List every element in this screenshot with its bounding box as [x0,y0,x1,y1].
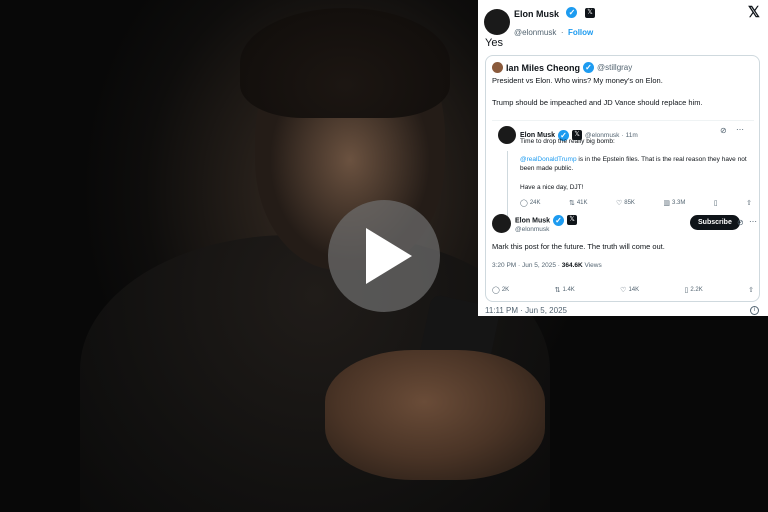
views-icon: ▥ [663,200,670,207]
inner-text-line2: @realDonaldTrump is in the Epstein files… [520,156,747,172]
follow-button[interactable]: Follow [568,28,593,37]
avatar[interactable] [492,62,503,73]
tweet-timestamp[interactable]: 11:11 PM · Jun 5, 2025 [485,306,567,315]
share-icon: ⇧ [748,287,754,294]
bookmark-icon: ▯ [713,200,718,207]
x-badge-icon: 𝕏 [584,7,595,18]
reply-time[interactable]: 3:20 PM · Jun 5, 2025 · [492,262,562,269]
share-icon: ⇧ [746,200,752,207]
reply-icon: ◯ [492,287,500,294]
reply-button[interactable]: ◯ 24K [520,199,541,207]
reply-views-count: 364.6K [561,262,583,269]
tweet-card: Elon Musk ✓ 𝕏 @elonmusk · Follow 𝕏 Yes I… [478,0,768,316]
author-name[interactable]: Elon Musk [514,9,559,19]
repost-icon: ⇅ [554,287,561,294]
like-button[interactable]: ♡ 14K [620,286,639,294]
avatar[interactable] [498,126,516,144]
quote-text-line2: Trump should be impeached and JD Vance s… [492,98,703,107]
avatar[interactable] [484,9,510,35]
bookmark-icon: ▯ [684,287,689,294]
video-frame-hands [325,350,545,480]
subscribe-button[interactable]: Subscribe [690,215,740,230]
play-button[interactable] [328,200,440,312]
quote-header: Ian Miles Cheong ✓ @stillgray [492,62,632,73]
like-button[interactable]: ♡ 85K [616,199,635,207]
avatar[interactable] [492,214,511,233]
x-badge-icon: 𝕏 [567,215,578,225]
reply-button[interactable]: ◯ 2K [492,286,509,294]
reply-author-name[interactable]: Elon Musk [515,217,550,224]
verified-icon: ✓ [566,7,578,19]
inner-stats: ◯ 24K ⇅ 41K ♡ 85K ▥ 3.3M ▯ ⇧ [520,199,752,207]
quote-text-line1: President vs Elon. Who wins? My money’s … [492,76,663,85]
quote-author-handle[interactable]: @stillgray [597,63,632,72]
reply-text: Mark this post for the future. The truth… [492,242,665,251]
author-handle[interactable]: @elonmusk [514,28,556,37]
reply-tweet[interactable]: Elon Musk ✓ 𝕏 @elonmusk Subscribe ⊘ ⋯ Mark… [492,214,757,302]
thread-line [507,151,508,223]
play-icon [366,228,412,284]
quoted-tweet[interactable]: Ian Miles Cheong ✓ @stillgray President … [485,55,760,302]
share-button[interactable]: ⇧ [748,286,754,294]
tweet-header: Elon Musk ✓ 𝕏 @elonmusk · Follow [484,4,595,40]
mention-link[interactable]: @realDonaldTrump [520,156,577,163]
views-button[interactable]: ▥ 3.3M [663,199,685,207]
video-frame-hair [240,8,450,118]
video-player[interactable]: Elon Musk ✓ 𝕏 @elonmusk · Follow 𝕏 Yes I… [0,0,768,512]
verified-icon: ✓ [583,62,595,73]
reply-stats: ◯ 2K ⇅ 1.4K ♡ 14K ▯ 2.2K ⇧ [492,286,754,294]
like-icon: ♡ [615,200,623,207]
like-icon: ♡ [620,287,627,294]
separator: · [560,28,564,37]
reply-meta: 3:20 PM · Jun 5, 2025 · 364.6K Views [492,261,602,271]
repost-button[interactable]: ⇅ 1.4K [555,286,575,294]
reply-views-label: Views [582,262,602,269]
quote-author-name[interactable]: Ian Miles Cheong [506,63,580,73]
repost-icon: ⇅ [568,200,575,207]
more-icon[interactable]: ⋯ [736,125,744,134]
tweet-text: Yes [485,37,503,49]
inner-text-line1: Time to drop the really big bomb: [520,138,615,145]
reply-author-handle[interactable]: @elonmusk [515,226,577,233]
grok-icon[interactable]: ⊘ [737,218,744,227]
bookmark-button[interactable]: ▯ 2.2K [685,286,703,294]
share-button[interactable]: ⇧ [746,199,752,207]
inner-text-line3: Have a nice day, DJT! [520,184,584,191]
more-icon[interactable]: ⋯ [749,217,757,226]
repost-button[interactable]: ⇅ 41K [569,199,588,207]
grok-icon[interactable]: ⊘ [720,126,727,135]
bookmark-button[interactable]: ▯ [714,199,718,207]
reply-icon: ◯ [520,200,528,207]
x-logo-icon[interactable]: 𝕏 [748,3,760,21]
info-icon[interactable]: i [750,306,759,315]
inner-tweet[interactable]: Elon Musk ✓ 𝕏 @elonmusk · 11m ⊘ ⋯ Time t… [492,120,754,223]
verified-icon: ✓ [553,214,565,226]
